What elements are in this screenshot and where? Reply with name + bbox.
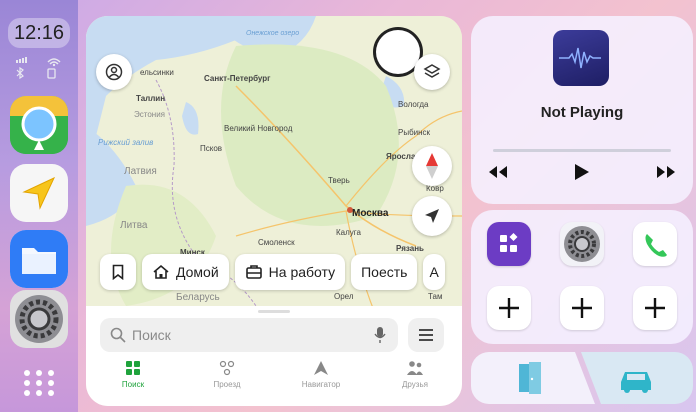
home-icon [153, 264, 169, 279]
location-arrow-icon [425, 209, 439, 223]
bookmarks-chip[interactable] [100, 254, 136, 290]
work-chip[interactable]: На работу [234, 254, 346, 290]
tab-search[interactable]: Поиск [86, 360, 180, 406]
quick-destinations: Домой На работу Поесть А [100, 254, 445, 290]
profile-button[interactable] [96, 54, 132, 90]
car-dock: 12:16 [0, 0, 78, 412]
more-chip[interactable]: А [423, 254, 445, 290]
food-chip[interactable]: Поесть [351, 254, 418, 290]
door-icon [519, 362, 541, 394]
user-icon [105, 63, 123, 81]
playback-progress[interactable] [493, 149, 671, 152]
play-icon [575, 164, 589, 180]
signal-icon [16, 57, 61, 80]
microphone-icon [374, 327, 386, 343]
map-label-water: Онежское озеро [246, 30, 300, 37]
files-app-icon[interactable] [10, 230, 68, 288]
map-label-country: Латвия [124, 166, 157, 177]
climate-segment [471, 352, 693, 404]
audio-wave-icon [553, 30, 609, 86]
map-label-city: Москва [352, 208, 389, 219]
folder-icon [10, 230, 68, 288]
map-label-city: Смоленск [258, 238, 295, 247]
layers-icon [423, 64, 441, 78]
navigation-app-icon[interactable] [10, 164, 68, 222]
map-label-city: Вологда [398, 100, 429, 109]
status-icons [14, 56, 64, 82]
chip-label: А [429, 264, 439, 280]
tab-label: Навигатор [301, 380, 341, 389]
map-label-city: Яросла [386, 152, 416, 161]
home-chip[interactable]: Домой [142, 254, 229, 290]
rewind-icon [489, 166, 507, 178]
now-playing-title: Not Playing [540, 104, 624, 121]
layers-button[interactable] [414, 54, 450, 90]
map-label-city: Рыбинск [398, 128, 431, 137]
rewind-button[interactable] [485, 162, 511, 187]
map-label-water: Рижский залив [98, 138, 154, 147]
map-label-city: ельсинки [140, 68, 174, 77]
search-icon [110, 327, 126, 343]
transit-icon [219, 360, 235, 376]
tab-friends[interactable]: Друзья [368, 360, 462, 406]
sheet-handle[interactable] [258, 310, 290, 313]
tab-transit[interactable]: Проезд [180, 360, 274, 406]
briefcase-icon [245, 265, 262, 279]
my-location-button[interactable] [412, 196, 452, 236]
plus-icon[interactable] [633, 286, 677, 330]
phone-icon[interactable] [633, 222, 677, 266]
compass-button[interactable] [412, 146, 452, 186]
app-grid-icon[interactable] [22, 366, 56, 400]
map-label-city: Таллин [136, 94, 166, 103]
fast-forward-button[interactable] [653, 162, 679, 187]
shortcuts-card [471, 210, 693, 344]
navigator-icon [314, 361, 328, 375]
hamburger-icon [419, 329, 433, 341]
chip-label: Домой [176, 264, 219, 280]
bluetooth-icon [16, 66, 24, 80]
friends-icon [407, 361, 423, 375]
chip-label: Поесть [361, 264, 408, 280]
gear-icon[interactable] [560, 222, 604, 266]
plus-icon[interactable] [560, 286, 604, 330]
navigation-arrow-icon [22, 176, 56, 210]
map-label-country: Литва [120, 220, 148, 231]
car-icon [621, 372, 651, 393]
map-label-city: Тверь [328, 176, 350, 185]
chip-label: На работу [268, 264, 336, 280]
phone-battery-icon [47, 68, 56, 79]
tab-label: Проезд [213, 380, 241, 389]
tab-navigator[interactable]: Навигатор [274, 360, 368, 406]
plus-icon[interactable] [487, 286, 531, 330]
map-label-city: Рязань [396, 244, 424, 253]
maps-app-icon[interactable] [10, 96, 68, 154]
map-label-city: Там [428, 292, 443, 301]
bookmark-icon [112, 264, 124, 280]
map-view[interactable]: ельсинки Санкт-Петербург Таллин Эстония … [86, 16, 462, 406]
search-input[interactable]: Поиск [100, 318, 398, 352]
app-store-icon[interactable] [487, 222, 531, 266]
map-label-city: Великий Новгород [224, 124, 293, 133]
search-placeholder: Поиск [132, 327, 171, 343]
play-button[interactable] [571, 162, 593, 187]
fast-forward-icon [657, 166, 675, 178]
settings-app-icon[interactable] [10, 290, 68, 348]
map-label-city: Калуга [336, 228, 361, 237]
tab-label: Поиск [121, 380, 145, 389]
menu-button[interactable] [408, 318, 444, 352]
gear-icon [15, 295, 63, 343]
map-label-city: Орел [334, 292, 354, 301]
compass-icon [426, 153, 438, 179]
bottom-tabs: Поиск Проезд Навигатор Друзья [86, 360, 462, 406]
now-playing-card[interactable]: Not Playing [471, 16, 693, 204]
clock: 12:16 [8, 18, 70, 48]
grid-icon [126, 361, 140, 375]
map-label-city: Псков [200, 144, 223, 153]
search-sheet: Поиск Поиск Проезд Навигатор Друзья [86, 306, 462, 406]
map-label-city: Санкт-Петербург [204, 74, 271, 83]
tab-label: Друзья [402, 380, 428, 389]
map-label-country: Эстония [134, 110, 165, 119]
map-label-country: Беларусь [176, 292, 220, 303]
